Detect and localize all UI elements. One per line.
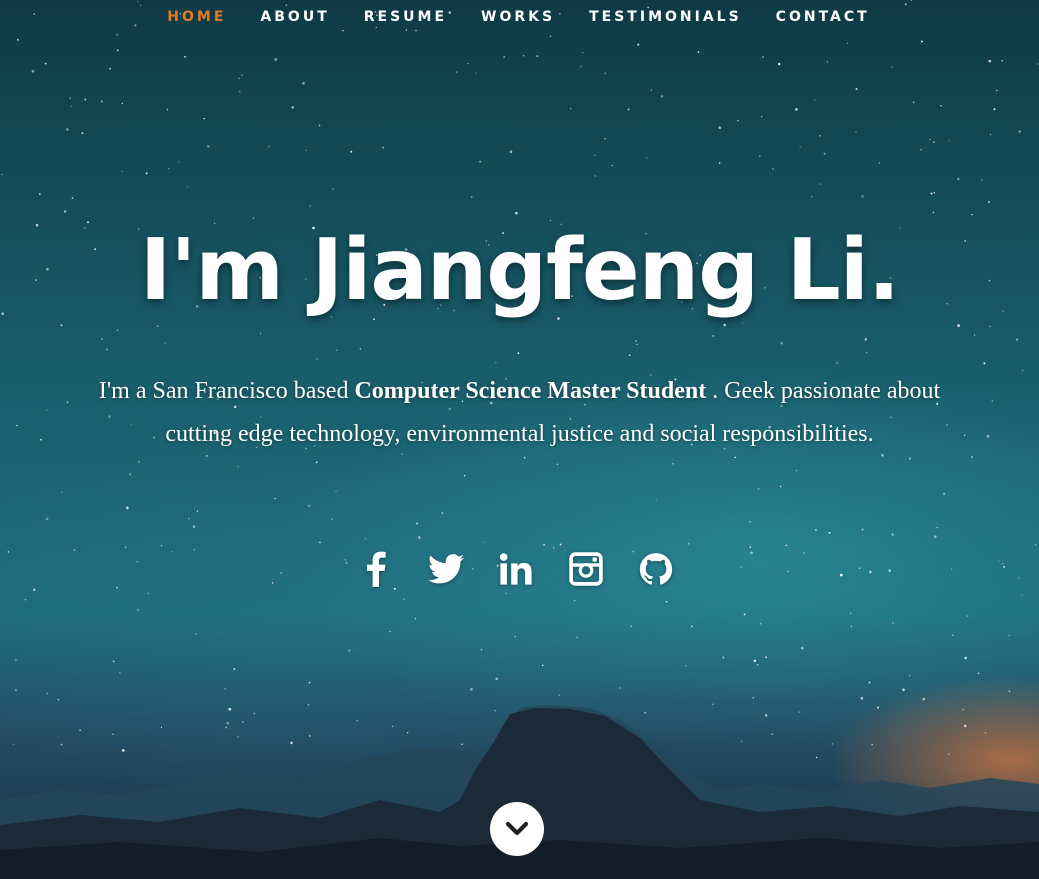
nav-item-works[interactable]: WORKS <box>481 9 555 25</box>
nav-item-resume[interactable]: RESUME <box>364 9 447 25</box>
intro-text: I'm a San Francisco based Computer Scien… <box>80 370 959 456</box>
instagram-icon <box>568 552 603 586</box>
twitter-link[interactable] <box>425 548 467 590</box>
linkedin-link[interactable] <box>495 548 537 590</box>
chevron-down-icon <box>505 821 529 836</box>
nav-item-home[interactable]: HOME <box>167 9 226 25</box>
page-title: I'm Jiangfeng Li. <box>139 221 900 320</box>
main-nav: HOME ABOUT RESUME WORKS TESTIMONIALS CON… <box>0 0 1039 36</box>
github-icon <box>639 553 672 585</box>
github-link[interactable] <box>635 548 677 590</box>
nav-item-contact[interactable]: CONTACT <box>776 9 870 25</box>
social-links <box>0 548 1035 590</box>
instagram-link[interactable] <box>565 548 607 590</box>
scroll-down-button[interactable] <box>490 802 544 856</box>
facebook-icon <box>366 551 386 587</box>
twitter-icon <box>427 554 464 584</box>
intro-text-emphasis: Computer Science Master Student <box>354 378 707 404</box>
linkedin-icon <box>499 553 532 585</box>
facebook-link[interactable] <box>355 548 397 590</box>
nav-item-testimonials[interactable]: TESTIMONIALS <box>589 9 742 25</box>
nav-item-about[interactable]: ABOUT <box>260 9 329 25</box>
intro-text-part1: I'm a San Francisco based <box>98 378 355 404</box>
